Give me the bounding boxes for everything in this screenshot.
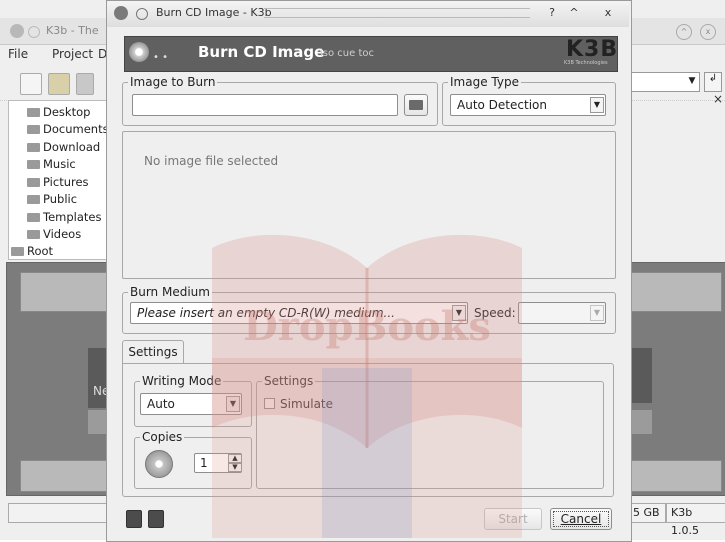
speed-label: Speed: xyxy=(474,306,516,320)
load-settings-icon[interactable] xyxy=(126,510,142,528)
browse-button[interactable] xyxy=(404,94,428,116)
cd-disc-icon xyxy=(129,42,149,62)
header-title: Burn CD Image xyxy=(198,43,325,61)
cancel-button[interactable]: Cancel xyxy=(550,508,612,530)
sticky-icon[interactable] xyxy=(136,8,148,20)
drive-icon xyxy=(11,247,24,256)
tree-item-desktop[interactable]: Desktop xyxy=(27,105,90,119)
cancel-button-label: Cancel xyxy=(560,512,602,526)
chevron-down-icon[interactable]: ▼ xyxy=(452,305,466,321)
header-subtitle: iso cue toc xyxy=(320,48,374,59)
k3b-app-icon xyxy=(114,6,128,20)
folder-icon xyxy=(27,213,40,222)
folder-icon xyxy=(27,230,40,239)
burn-medium-select[interactable]: Please insert an empty CD-R(W) medium... xyxy=(130,302,468,324)
background-maximize-icon[interactable]: ^ xyxy=(676,24,692,40)
background-close-icon[interactable]: x xyxy=(700,24,716,40)
folder-icon xyxy=(27,108,40,117)
simulate-checkbox[interactable] xyxy=(264,398,275,409)
project-panel-right-lower xyxy=(630,410,652,434)
k3b-logo-subtext: K3B Technologies xyxy=(564,60,608,66)
image-to-burn-label: Image to Burn xyxy=(128,75,218,89)
copies-value: 1 xyxy=(200,456,208,470)
status-message-field xyxy=(8,503,118,523)
settings-group-label: Settings xyxy=(262,374,316,388)
spin-up-icon[interactable]: ▲ xyxy=(228,454,242,463)
save-icon[interactable] xyxy=(76,73,94,95)
chevron-down-icon[interactable]: ▼ xyxy=(590,97,604,113)
close-icon[interactable]: x xyxy=(600,6,616,19)
close-panel-icon[interactable]: × xyxy=(713,92,723,106)
new-project-icon[interactable] xyxy=(20,73,42,95)
image-type-value: Auto Detection xyxy=(457,98,547,112)
folder-icon xyxy=(27,178,40,187)
project-panel-right xyxy=(630,348,652,403)
image-type-label: Image Type xyxy=(448,75,521,89)
help-icon[interactable]: ? xyxy=(544,6,560,19)
copies-disc-icon xyxy=(145,450,173,478)
background-window-title: K3b - The xyxy=(46,24,99,37)
image-path-input[interactable] xyxy=(132,94,398,116)
folder-icon xyxy=(27,160,40,169)
decorative-dots-icon: • • xyxy=(153,52,168,63)
tree-item-root[interactable]: Root xyxy=(11,244,53,258)
tree-item-pictures[interactable]: Pictures xyxy=(27,175,89,189)
file-tree: Desktop Documents Download Music Picture… xyxy=(8,100,122,260)
dialog-title: Burn CD Image - K3b xyxy=(156,6,272,19)
menu-project[interactable]: Project xyxy=(52,47,93,61)
chevron-down-icon[interactable]: ▼ xyxy=(686,73,698,89)
tree-item-download[interactable]: Download xyxy=(27,140,100,154)
tree-item-music[interactable]: Music xyxy=(27,157,76,171)
open-folder-icon[interactable] xyxy=(48,73,70,95)
folder-icon xyxy=(27,143,40,152)
writing-mode-value: Auto xyxy=(147,397,175,411)
image-type-select[interactable]: Auto Detection xyxy=(450,94,606,116)
status-capacity: 5 GB xyxy=(628,503,666,523)
simulate-label[interactable]: Simulate xyxy=(280,397,333,411)
open-folder-icon xyxy=(409,100,423,110)
burn-medium-value: Please insert an empty CD-R(W) medium... xyxy=(137,306,395,320)
copies-label: Copies xyxy=(140,430,185,444)
writing-mode-label: Writing Mode xyxy=(140,374,224,388)
tab-settings[interactable]: Settings xyxy=(122,340,184,364)
tree-item-templates[interactable]: Templates xyxy=(27,210,101,224)
tree-item-public[interactable]: Public xyxy=(27,192,77,206)
tree-item-videos[interactable]: Videos xyxy=(27,227,81,241)
k3b-logo: K3B xyxy=(566,37,619,62)
titlebar-grip xyxy=(264,8,530,18)
k3b-app-icon xyxy=(10,24,24,38)
save-settings-icon[interactable] xyxy=(148,510,164,528)
chevron-down-icon[interactable]: ▼ xyxy=(590,305,604,321)
go-button[interactable]: ↲ xyxy=(704,72,722,92)
maximize-icon[interactable]: ^ xyxy=(566,6,582,19)
folder-icon xyxy=(27,195,40,204)
status-version: K3b 1.0.5 xyxy=(666,503,725,537)
image-info-text: No image file selected xyxy=(144,154,279,168)
menu-file[interactable]: File xyxy=(8,47,28,61)
chevron-down-icon[interactable]: ▼ xyxy=(226,396,240,412)
tree-item-documents[interactable]: Documents xyxy=(27,122,109,136)
sticky-icon[interactable] xyxy=(28,26,40,38)
spin-down-icon[interactable]: ▼ xyxy=(228,463,242,472)
folder-icon xyxy=(27,125,40,134)
start-button[interactable]: Start xyxy=(484,508,542,530)
burn-medium-label: Burn Medium xyxy=(128,285,212,299)
